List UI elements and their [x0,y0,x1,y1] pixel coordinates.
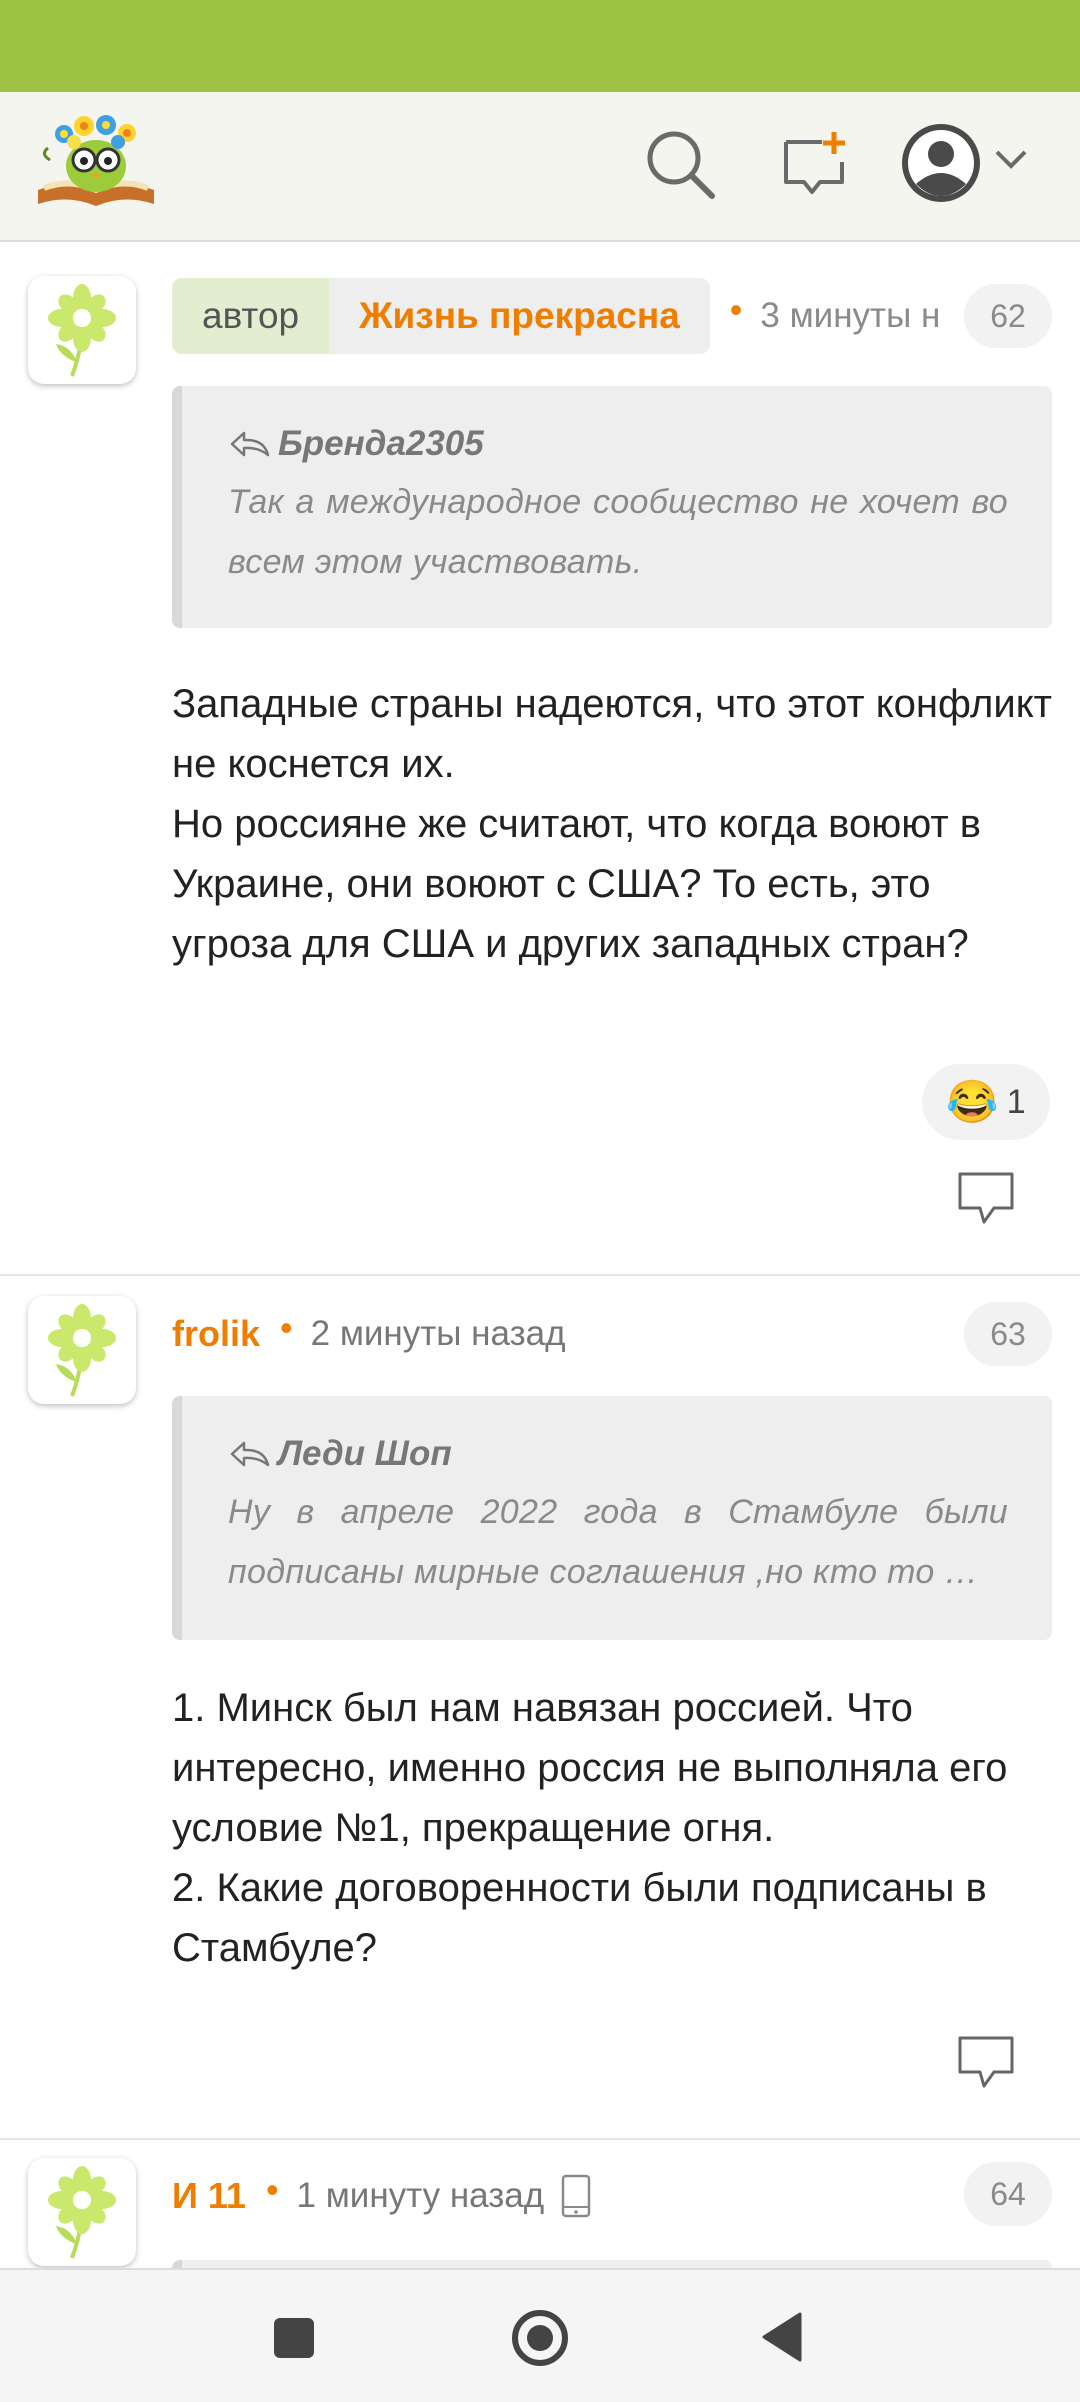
triangle-back-icon[interactable] [760,2312,804,2362]
comment-meta: И 11 • 1 минуту назад [172,2158,594,2234]
avatar[interactable] [28,1296,136,1404]
comment-paragraph: 1. Минск был нам навязан россией. Что ин… [172,1686,1008,1850]
flower-avatar-icon [48,1304,116,1397]
avatar[interactable] [28,276,136,384]
quote-text: Так а международное сообщество не хочет … [228,483,1008,581]
comment-meta: автор Жизнь прекрасна • 3 минуты н [172,278,940,354]
comment-paragraph: Но россияне же считают, что когда воюют … [172,802,982,966]
quote-block [172,2260,1052,2268]
comment-meta: frolik • 2 минуты назад [172,1296,566,1372]
reaction-count: 1 [1006,1082,1026,1121]
reply-arrow-icon [230,1441,270,1467]
quote-block: Леди Шоп Ну в апреле 2022 года в Стамбул… [172,1396,1052,1640]
timestamp: 1 минуту назад [296,2176,545,2215]
search-icon[interactable] [644,128,716,200]
reply-arrow-icon [230,431,270,457]
comment-feed: автор Жизнь прекрасна • 3 минуты н 62 Бр… [0,242,1080,2268]
timestamp: 3 минуты н [760,296,941,335]
separator-dot: • [729,289,743,330]
separator-dot: • [265,2169,279,2210]
user-avatar-icon[interactable] [900,122,982,204]
avatar[interactable] [28,2158,136,2266]
reply-comment-icon[interactable] [956,2034,1016,2090]
site-logo[interactable] [34,108,158,208]
flower-avatar-icon [48,284,116,377]
quote-author[interactable]: Бренда2305 [228,424,1008,464]
flower-avatar-icon [48,2166,116,2259]
laughing-emoji-icon: 😂 [946,1077,999,1125]
author-tag-label: автор [172,278,330,354]
username[interactable]: И 11 [172,2175,246,2217]
username[interactable]: Жизнь прекрасна [329,278,710,354]
comment-paragraph: 2. Какие договоренности были подписаны в… [172,1866,987,1970]
quote-block: Бренда2305 Так а международное сообществ… [172,386,1052,628]
quote-author-name: Леди Шоп [278,1434,452,1473]
author-tag[interactable]: автор Жизнь прекрасна [172,278,710,354]
comment-body: 1. Минск был нам навязан россией. Что ин… [172,1678,1052,1978]
square-recents-icon[interactable] [272,2316,316,2360]
divider [0,1274,1080,1276]
quote-author[interactable]: Леди Шоп [228,1434,1008,1474]
system-navigation-bar [0,2268,1080,2402]
comment-body: Западные страны надеются, что этот конфл… [172,674,1052,974]
divider [0,2138,1080,2140]
quote-text: Ну в апреле 2022 года в Стамбуле были по… [228,1493,1008,1591]
separator-dot: • [280,1307,293,1348]
username[interactable]: frolik [172,1313,260,1355]
reaction-badge[interactable]: 😂 1 [922,1064,1050,1140]
comment-number[interactable]: 64 [964,2162,1052,2226]
chevron-down-icon[interactable] [994,148,1028,172]
status-bar [0,0,1080,92]
comment-number[interactable]: 63 [964,1302,1052,1366]
comment-number[interactable]: 62 [964,284,1052,348]
new-post-icon[interactable] [778,128,850,200]
comment-paragraph: Западные страны надеются, что этот конфл… [172,682,1052,786]
mobile-phone-icon [561,2174,591,2218]
reply-comment-icon[interactable] [956,1170,1016,1226]
quote-author-name: Бренда2305 [278,424,484,463]
timestamp: 2 минуты назад [310,1314,566,1353]
circle-home-icon[interactable] [510,2308,570,2368]
